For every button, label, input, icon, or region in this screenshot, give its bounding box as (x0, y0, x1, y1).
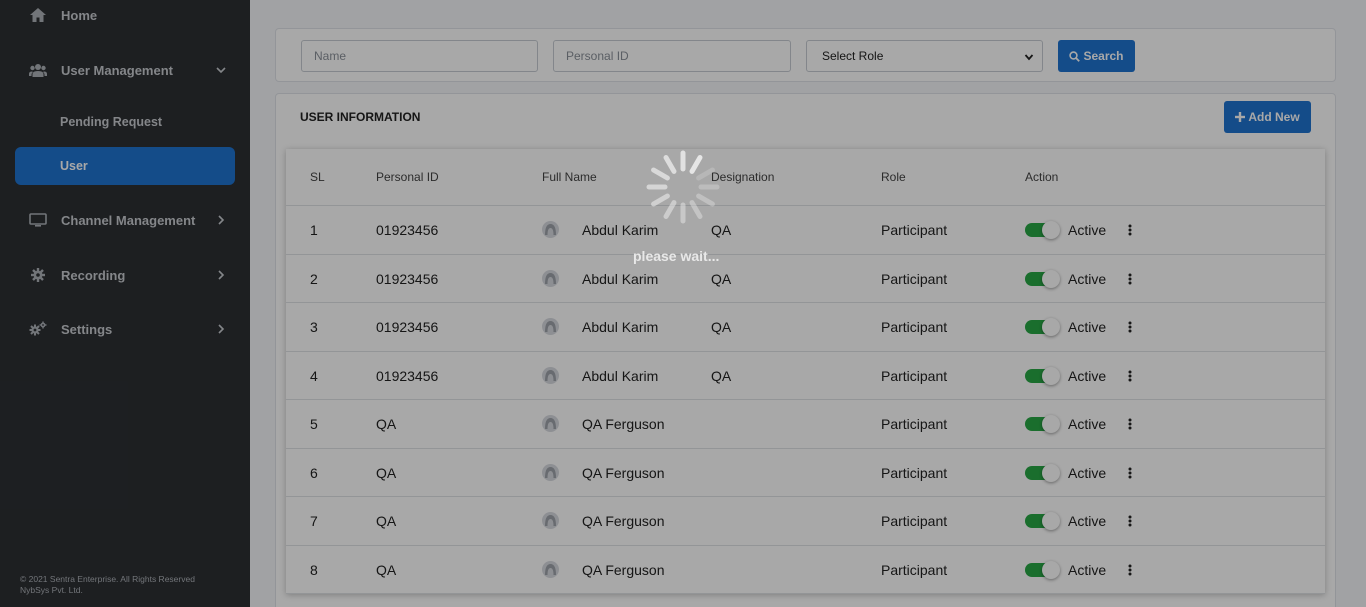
spinner-segment (651, 167, 670, 181)
spinner-segment (651, 193, 670, 207)
spinner-segment (663, 155, 677, 174)
spinner-segment (663, 200, 677, 219)
loading-text: please wait... (633, 248, 720, 264)
spinner-segment (689, 200, 703, 219)
spinner-segment (696, 167, 715, 181)
spinner-icon (646, 150, 720, 224)
loading-overlay: please wait... (0, 0, 1366, 607)
spinner-segment (689, 155, 703, 174)
spinner-segment (696, 193, 715, 207)
